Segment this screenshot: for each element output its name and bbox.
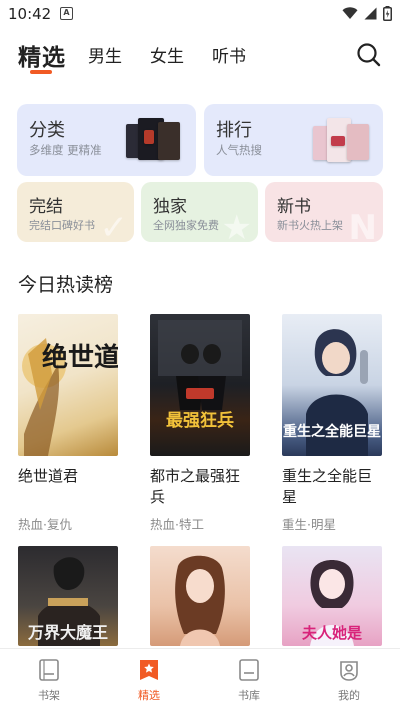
completed-watermark: ✓ xyxy=(99,208,129,242)
profile-icon xyxy=(340,661,358,681)
category-card[interactable]: 分类 多维度 更精准 xyxy=(17,104,196,176)
book-cover-text: 绝世道君 xyxy=(42,342,118,373)
book-cover[interactable]: 最强狂兵 xyxy=(150,314,250,456)
book-cover-art xyxy=(175,555,225,646)
category-thumbnails xyxy=(126,116,182,166)
completed-card[interactable]: ✓ 完结 完结口碑好书 xyxy=(17,182,134,242)
ranking-card[interactable]: 排行 人气热搜 xyxy=(204,104,383,176)
ranking-thumbnails xyxy=(313,116,369,166)
book-cover[interactable]: 重生之全能巨星 xyxy=(282,314,382,456)
nav-library[interactable]: 书库 xyxy=(219,657,279,703)
book-cover-art: 万界大魔王 xyxy=(27,557,108,646)
book-tag: 重生·明星 xyxy=(282,517,336,532)
tab-boys[interactable]: 男生 xyxy=(88,42,122,67)
new-books-card[interactable]: N 新书 新书火热上架 xyxy=(265,182,383,242)
new-books-watermark: N xyxy=(348,208,377,242)
book-cover[interactable]: 绝世道君 xyxy=(18,314,118,456)
book-cover[interactable] xyxy=(150,546,250,646)
book-title[interactable]: 绝世道君 xyxy=(18,466,118,487)
status-time: 10:42 xyxy=(8,5,52,23)
ranking-title: 排行 xyxy=(216,120,252,141)
category-title: 分类 xyxy=(29,120,65,141)
exclusive-title: 独家 xyxy=(153,197,187,217)
book-cover-text: 最强狂兵 xyxy=(166,410,234,431)
active-tab-indicator xyxy=(30,70,52,74)
book-cover[interactable]: 万界大魔王 xyxy=(18,546,118,646)
wifi-icon xyxy=(342,7,358,19)
tab-audiobooks[interactable]: 听书 xyxy=(212,42,246,67)
book-title[interactable]: 重生之全能巨星 xyxy=(282,466,382,508)
status-icons xyxy=(342,6,392,21)
nav-featured[interactable]: 精选 xyxy=(119,657,179,703)
book-title[interactable]: 都市之最强狂兵 xyxy=(150,466,250,508)
new-books-subtitle: 新书火热上架 xyxy=(277,219,343,232)
completed-title: 完结 xyxy=(29,197,63,217)
book-cover-art: 重生之全能巨星 xyxy=(283,329,381,456)
nav-bookshelf-label: 书架 xyxy=(38,689,60,702)
book-cover-art: 最强狂兵 xyxy=(158,320,242,431)
bookshelf-icon xyxy=(39,659,59,681)
bottom-nav-bar: 书架 精选 书库 我的 xyxy=(0,648,400,710)
nav-bookshelf[interactable]: 书架 xyxy=(19,657,79,703)
tab-girls[interactable]: 女生 xyxy=(150,42,184,67)
exclusive-subtitle: 全网独家免费 xyxy=(153,219,219,232)
tab-featured[interactable]: 精选 xyxy=(18,38,66,72)
signal-icon xyxy=(364,7,377,20)
book-cover-art: 夫人她是 xyxy=(302,560,363,646)
new-books-title: 新书 xyxy=(277,197,311,217)
exclusive-card[interactable]: ★ 独家 全网独家免费 xyxy=(141,182,258,242)
battery-icon xyxy=(383,6,392,21)
completed-subtitle: 完结口碑好书 xyxy=(29,219,95,232)
ranking-subtitle: 人气热搜 xyxy=(216,143,262,157)
book-tag: 热血·特工 xyxy=(150,517,204,532)
top-tab-bar: 精选 男生 女生 听书 xyxy=(0,30,400,82)
nav-profile[interactable]: 我的 xyxy=(319,657,379,703)
book-cover-text: 夫人她是 xyxy=(302,624,363,642)
book-cover[interactable]: 夫人她是 xyxy=(282,546,382,646)
book-cover-text: 万界大魔王 xyxy=(27,623,108,642)
exclusive-watermark: ★ xyxy=(221,208,252,242)
book-cover-text: 重生之全能巨星 xyxy=(283,423,381,440)
category-subtitle: 多维度 更精准 xyxy=(29,143,102,157)
nav-library-label: 书库 xyxy=(238,689,260,702)
notification-icon: A xyxy=(60,7,73,20)
section-title: 今日热读榜 xyxy=(18,274,114,296)
nav-featured-label: 精选 xyxy=(138,689,160,702)
search-icon[interactable] xyxy=(356,42,382,68)
status-bar: 10:42 A xyxy=(0,0,400,28)
featured-icon xyxy=(140,660,158,680)
library-icon xyxy=(239,659,259,681)
book-cover-art: 绝世道君 xyxy=(22,338,118,456)
book-tag: 热血·复仇 xyxy=(18,517,72,532)
nav-profile-label: 我的 xyxy=(338,689,360,702)
